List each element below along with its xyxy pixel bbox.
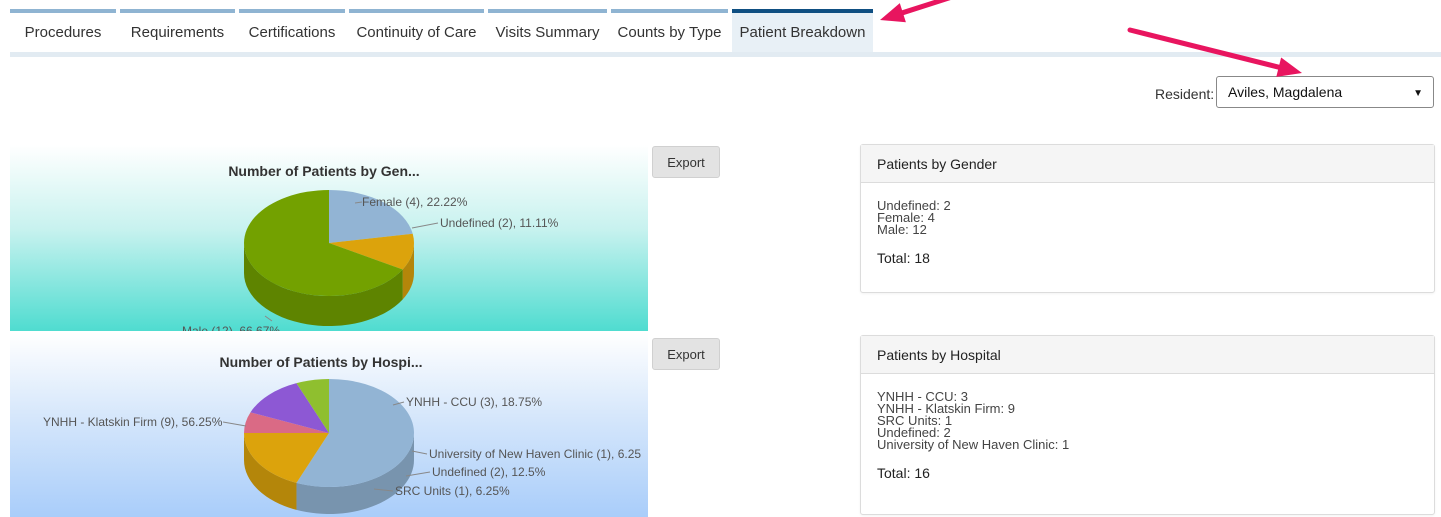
tab-requirements[interactable]: Requirements xyxy=(120,9,235,52)
panel-body: YNHH - CCU: 3 YNHH - Klatskin Firm: 9 SR… xyxy=(861,374,1434,481)
chevron-down-icon: ▼ xyxy=(1413,88,1423,99)
stat-row: Undefined: 2 xyxy=(877,198,951,213)
slice-label: University of New Haven Clinic (1), 6.25 xyxy=(429,447,641,461)
annotation-arrow-head xyxy=(1276,57,1302,77)
resident-select[interactable]: Aviles, Magdalena ▼ xyxy=(1216,76,1434,108)
tab-visits-summary[interactable]: Visits Summary xyxy=(488,9,607,52)
tab-patient-breakdown[interactable]: Patient Breakdown xyxy=(732,9,873,52)
stat-row: University of New Haven Clinic: 1 xyxy=(877,437,1070,452)
stat-row: Female: 4 xyxy=(877,210,935,225)
slice-label: YNHH - CCU (3), 18.75% xyxy=(406,395,542,409)
hospital-chart: Number of Patients by Hospi... YNHH - Kl… xyxy=(10,333,648,517)
stat-row: SRC Units: 1 xyxy=(877,413,953,428)
tab-continuity-of-care[interactable]: Continuity of Care xyxy=(349,9,484,52)
total: Total: 18 xyxy=(877,250,930,266)
chart-title: Number of Patients by Gen... xyxy=(228,163,419,179)
resident-selected-value: Aviles, Magdalena xyxy=(1228,84,1343,100)
slice-label: Undefined (2), 11.11% xyxy=(440,216,559,230)
slice-label: YNHH - Klatskin Firm (9), 56.25% xyxy=(43,415,223,429)
patients-by-gender-panel: Patients by Gender Undefined: 2 Female: … xyxy=(860,144,1435,293)
export-button[interactable]: Export xyxy=(652,146,720,178)
tab-counts-by-type[interactable]: Counts by Type xyxy=(611,9,728,52)
slice-leader-line xyxy=(264,315,273,322)
slice-label: Male (12), 66.67% xyxy=(182,324,280,331)
slice-label: SRC Units (1), 6.25% xyxy=(395,484,510,498)
gender-pie-chart: Number of Patients by Gen... Female (4),… xyxy=(182,163,559,331)
panel-title: Patients by Gender xyxy=(861,145,1434,183)
tab-baseline xyxy=(10,52,1441,57)
export-button[interactable]: Export xyxy=(652,338,720,370)
tab-certifications[interactable]: Certifications xyxy=(239,9,345,52)
chart-title: Number of Patients by Hospi... xyxy=(219,354,422,370)
slice-label: Undefined (2), 12.5% xyxy=(432,465,546,479)
slice-label: Female (4), 22.22% xyxy=(362,195,468,209)
slice-leader-line xyxy=(411,450,428,455)
resident-label: Resident: xyxy=(1155,86,1215,102)
slice-leader-line xyxy=(222,421,247,427)
stat-row: Male: 12 xyxy=(877,222,927,237)
panel-title: Patients by Hospital xyxy=(861,336,1434,374)
tab-procedures[interactable]: Procedures xyxy=(10,9,116,52)
hospital-pie-chart: Number of Patients by Hospi... YNHH - Kl… xyxy=(43,354,641,514)
total: Total: 16 xyxy=(877,465,930,481)
pie-group xyxy=(244,190,415,326)
stat-row: YNHH - Klatskin Firm: 9 xyxy=(877,401,1015,416)
gender-chart: Number of Patients by Gen... Female (4),… xyxy=(10,145,648,331)
patients-by-hospital-panel: Patients by Hospital YNHH - CCU: 3 YNHH … xyxy=(860,335,1435,515)
tab-bar: Procedures Requirements Certifications C… xyxy=(10,9,1441,57)
pie-group xyxy=(244,379,415,514)
slice-leader-line xyxy=(411,222,439,229)
panel-body: Undefined: 2 Female: 4 Male: 12 Total: 1… xyxy=(861,183,1434,266)
